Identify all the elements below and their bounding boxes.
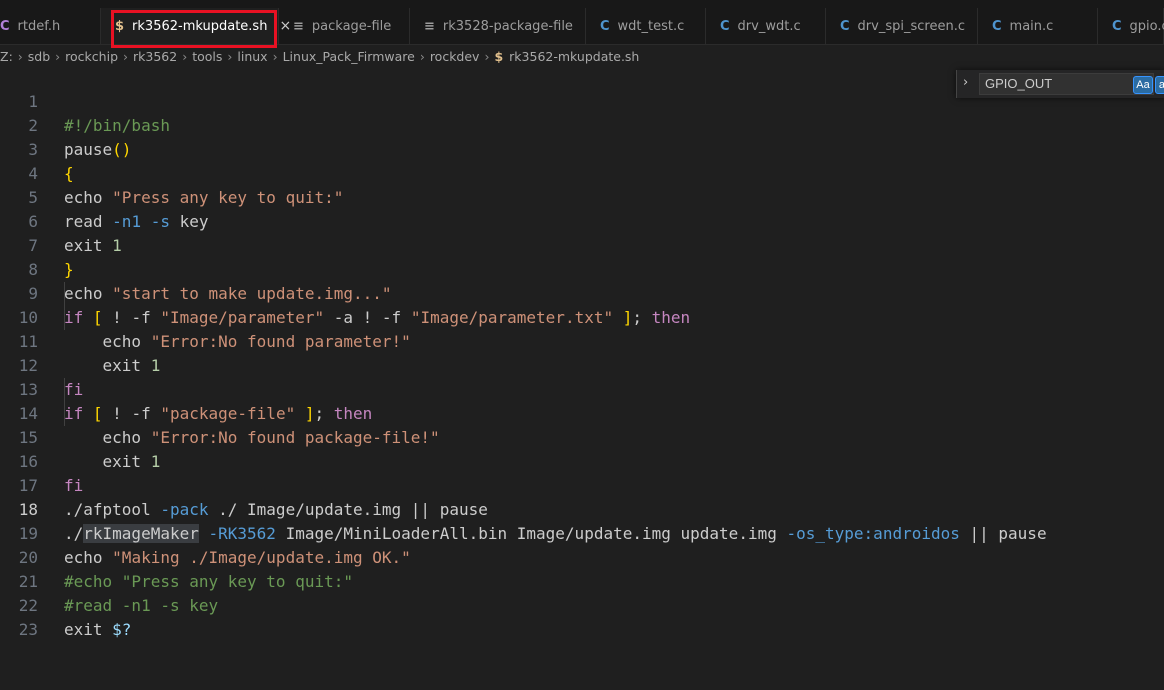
tab-label: wdt_test.c bbox=[617, 18, 685, 34]
chevron-right-icon: › bbox=[123, 48, 128, 64]
c-file-icon: C bbox=[600, 18, 610, 34]
tab-rtdef-h[interactable]: C rtdef.h bbox=[0, 8, 101, 44]
chevron-right-icon: › bbox=[227, 48, 233, 64]
file-lines-icon: ≡ bbox=[293, 18, 304, 34]
c-file-icon: C bbox=[1112, 18, 1122, 34]
editor-tab-bar: C rtdef.h $ rk3562-mkupdate.sh × ≡ packa… bbox=[0, 0, 1164, 45]
code-line: 17 ./afptool -pack ./ Image/update.img |… bbox=[0, 450, 1164, 519]
c-file-icon: C bbox=[992, 18, 1002, 34]
c-header-icon: C bbox=[0, 18, 10, 34]
code-line: 3 { bbox=[0, 114, 1164, 183]
chevron-right-icon: › bbox=[182, 48, 188, 64]
code-line: 23 bbox=[0, 594, 1164, 639]
code-line: 21 #read -n1 -s key bbox=[0, 546, 1164, 615]
chevron-right-icon[interactable]: › bbox=[963, 75, 968, 90]
line-number: 23 bbox=[18, 620, 38, 639]
file-lines-icon: ≡ bbox=[424, 18, 435, 34]
breadcrumb-item[interactable]: rockchip bbox=[65, 49, 118, 64]
code-line: 10 echo "Error:No found parameter!" bbox=[0, 282, 1164, 351]
find-input-value: GPIO_OUT bbox=[985, 76, 1053, 91]
chevron-right-icon: › bbox=[55, 48, 61, 64]
code-line: 8 echo "start to make update.img..." bbox=[0, 234, 1164, 303]
tab-label: rtdef.h bbox=[17, 18, 61, 34]
c-file-icon: C bbox=[840, 18, 850, 34]
code-text: exit $? bbox=[64, 620, 132, 639]
match-case-icon[interactable]: Aa bbox=[1133, 76, 1153, 94]
tab-rk3528-package-file[interactable]: ≡ rk3528-package-file bbox=[410, 8, 586, 44]
breadcrumb-item[interactable]: linux bbox=[237, 49, 267, 64]
code-line: 13 if [ ! -f "package-file" ]; then bbox=[0, 354, 1164, 423]
tab-package-file[interactable]: ≡ package-file bbox=[279, 8, 410, 44]
tab-label: rk3528-package-file bbox=[442, 18, 573, 34]
code-line: 22 exit $? bbox=[0, 570, 1164, 639]
code-line: 15 exit 1 bbox=[0, 402, 1164, 471]
find-widget: › GPIO_OUT Aa ab bbox=[956, 70, 1164, 98]
find-input[interactable]: GPIO_OUT Aa ab bbox=[979, 73, 1164, 95]
code-line: 14 echo "Error:No found package-file!" bbox=[0, 378, 1164, 447]
c-file-icon: C bbox=[720, 18, 730, 34]
breadcrumb-item[interactable]: Linux_Pack_Firmware bbox=[283, 49, 415, 64]
tab-label: rk3562-mkupdate.sh bbox=[132, 18, 268, 34]
breadcrumb-item[interactable]: sdb bbox=[28, 49, 50, 64]
breadcrumb-item[interactable]: rockdev bbox=[430, 49, 480, 64]
chevron-right-icon: › bbox=[272, 48, 278, 64]
chevron-right-icon: › bbox=[419, 48, 425, 64]
shell-icon: $ bbox=[115, 18, 125, 34]
breadcrumb: Z: › sdb › rockchip › rk3562 › tools › l… bbox=[0, 46, 639, 66]
tab-drv-wdt-c[interactable]: C drv_wdt.c bbox=[706, 8, 826, 44]
breadcrumb-item[interactable]: tools bbox=[192, 49, 222, 64]
match-whole-word-icon[interactable]: ab bbox=[1155, 76, 1164, 94]
code-line: 19 echo "Making ./Image/update.img OK." bbox=[0, 498, 1164, 567]
code-line: 16 fi bbox=[0, 426, 1164, 495]
breadcrumb-item[interactable]: rk3562 bbox=[133, 49, 177, 64]
tab-label: drv_spi_screen.c bbox=[857, 18, 965, 34]
code-line: 20 #echo "Press any key to quit:" bbox=[0, 522, 1164, 591]
tab-label: package-file bbox=[311, 18, 392, 34]
tab-label: main.c bbox=[1009, 18, 1054, 34]
code-line-current: 18 ./rkImageMaker -RK3562 Image/MiniLoad… bbox=[0, 474, 1164, 543]
code-line: 7 } bbox=[0, 210, 1164, 279]
tab-drv-spi-screen-c[interactable]: C drv_spi_screen.c bbox=[826, 8, 978, 44]
code-line: 9 if [ ! -f "Image/parameter" -a ! -f "I… bbox=[0, 258, 1164, 327]
tab-gpio-c[interactable]: C gpio.c bbox=[1098, 8, 1164, 44]
shell-icon: $ bbox=[494, 48, 504, 64]
breadcrumb-item[interactable]: Z: bbox=[0, 49, 13, 64]
breadcrumb-file[interactable]: rk3562-mkupdate.sh bbox=[509, 49, 639, 64]
chevron-right-icon: › bbox=[17, 48, 23, 64]
code-line: 5 read -n1 -s key bbox=[0, 162, 1164, 231]
code-line: 11 exit 1 bbox=[0, 306, 1164, 375]
code-editor[interactable]: 1 #!/bin/bash 2 pause() 3 { 4 echo "Pres… bbox=[0, 66, 1164, 639]
code-token: $? bbox=[112, 620, 132, 639]
tab-main-c[interactable]: C main.c bbox=[978, 8, 1098, 44]
code-line: 6 exit 1 bbox=[0, 186, 1164, 255]
tab-label: drv_wdt.c bbox=[737, 18, 801, 34]
tab-rk3562-mkupdate-sh[interactable]: $ rk3562-mkupdate.sh × bbox=[101, 8, 291, 44]
code-line: 4 echo "Press any key to quit:" bbox=[0, 138, 1164, 207]
tab-wdt-test-c[interactable]: C wdt_test.c bbox=[586, 8, 706, 44]
chevron-right-icon: › bbox=[484, 48, 490, 64]
tab-label: gpio.c bbox=[1129, 18, 1164, 34]
code-line: 12 fi bbox=[0, 330, 1164, 399]
